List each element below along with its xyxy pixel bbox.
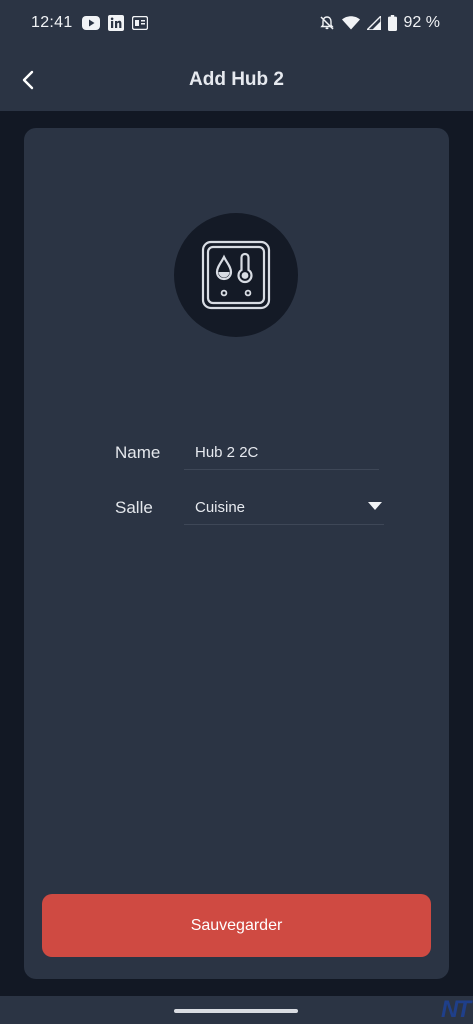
page-title: Add Hub 2 [189,69,284,90]
room-select[interactable]: Cuisine [184,488,384,525]
status-right-icons: 92 % [319,14,440,32]
room-select-value: Cuisine [195,499,246,516]
app-bar: Add Hub 2 [0,50,473,111]
bell-off-icon [319,15,335,31]
linkedin-icon [108,15,124,31]
wifi-icon [341,16,360,30]
status-bar: 12:41 92 % [0,0,473,50]
navigation-bar: NT [0,996,473,1024]
name-field[interactable]: Hub 2 2C [184,433,379,470]
save-button[interactable]: Sauvegarder [42,894,431,957]
signal-icon [366,16,381,30]
status-time: 12:41 [31,14,73,31]
device-icon-container [174,213,298,337]
battery-percentage: 92 % [403,14,440,31]
youtube-icon [82,16,100,30]
name-input-value: Hub 2 2C [195,444,259,461]
news-icon [132,16,148,30]
battery-icon [387,15,397,31]
gesture-handle[interactable] [174,1009,298,1013]
status-left-icons [82,15,148,31]
watermark-logo: NT [441,996,471,1023]
room-label: Salle [115,498,153,517]
name-label: Name [115,443,161,462]
hub-humidity-temperature-icon [201,240,271,310]
form-card: Name Hub 2 2C Salle Cuisine Sauvegarder [24,128,449,979]
dropdown-arrow-icon [368,502,382,510]
